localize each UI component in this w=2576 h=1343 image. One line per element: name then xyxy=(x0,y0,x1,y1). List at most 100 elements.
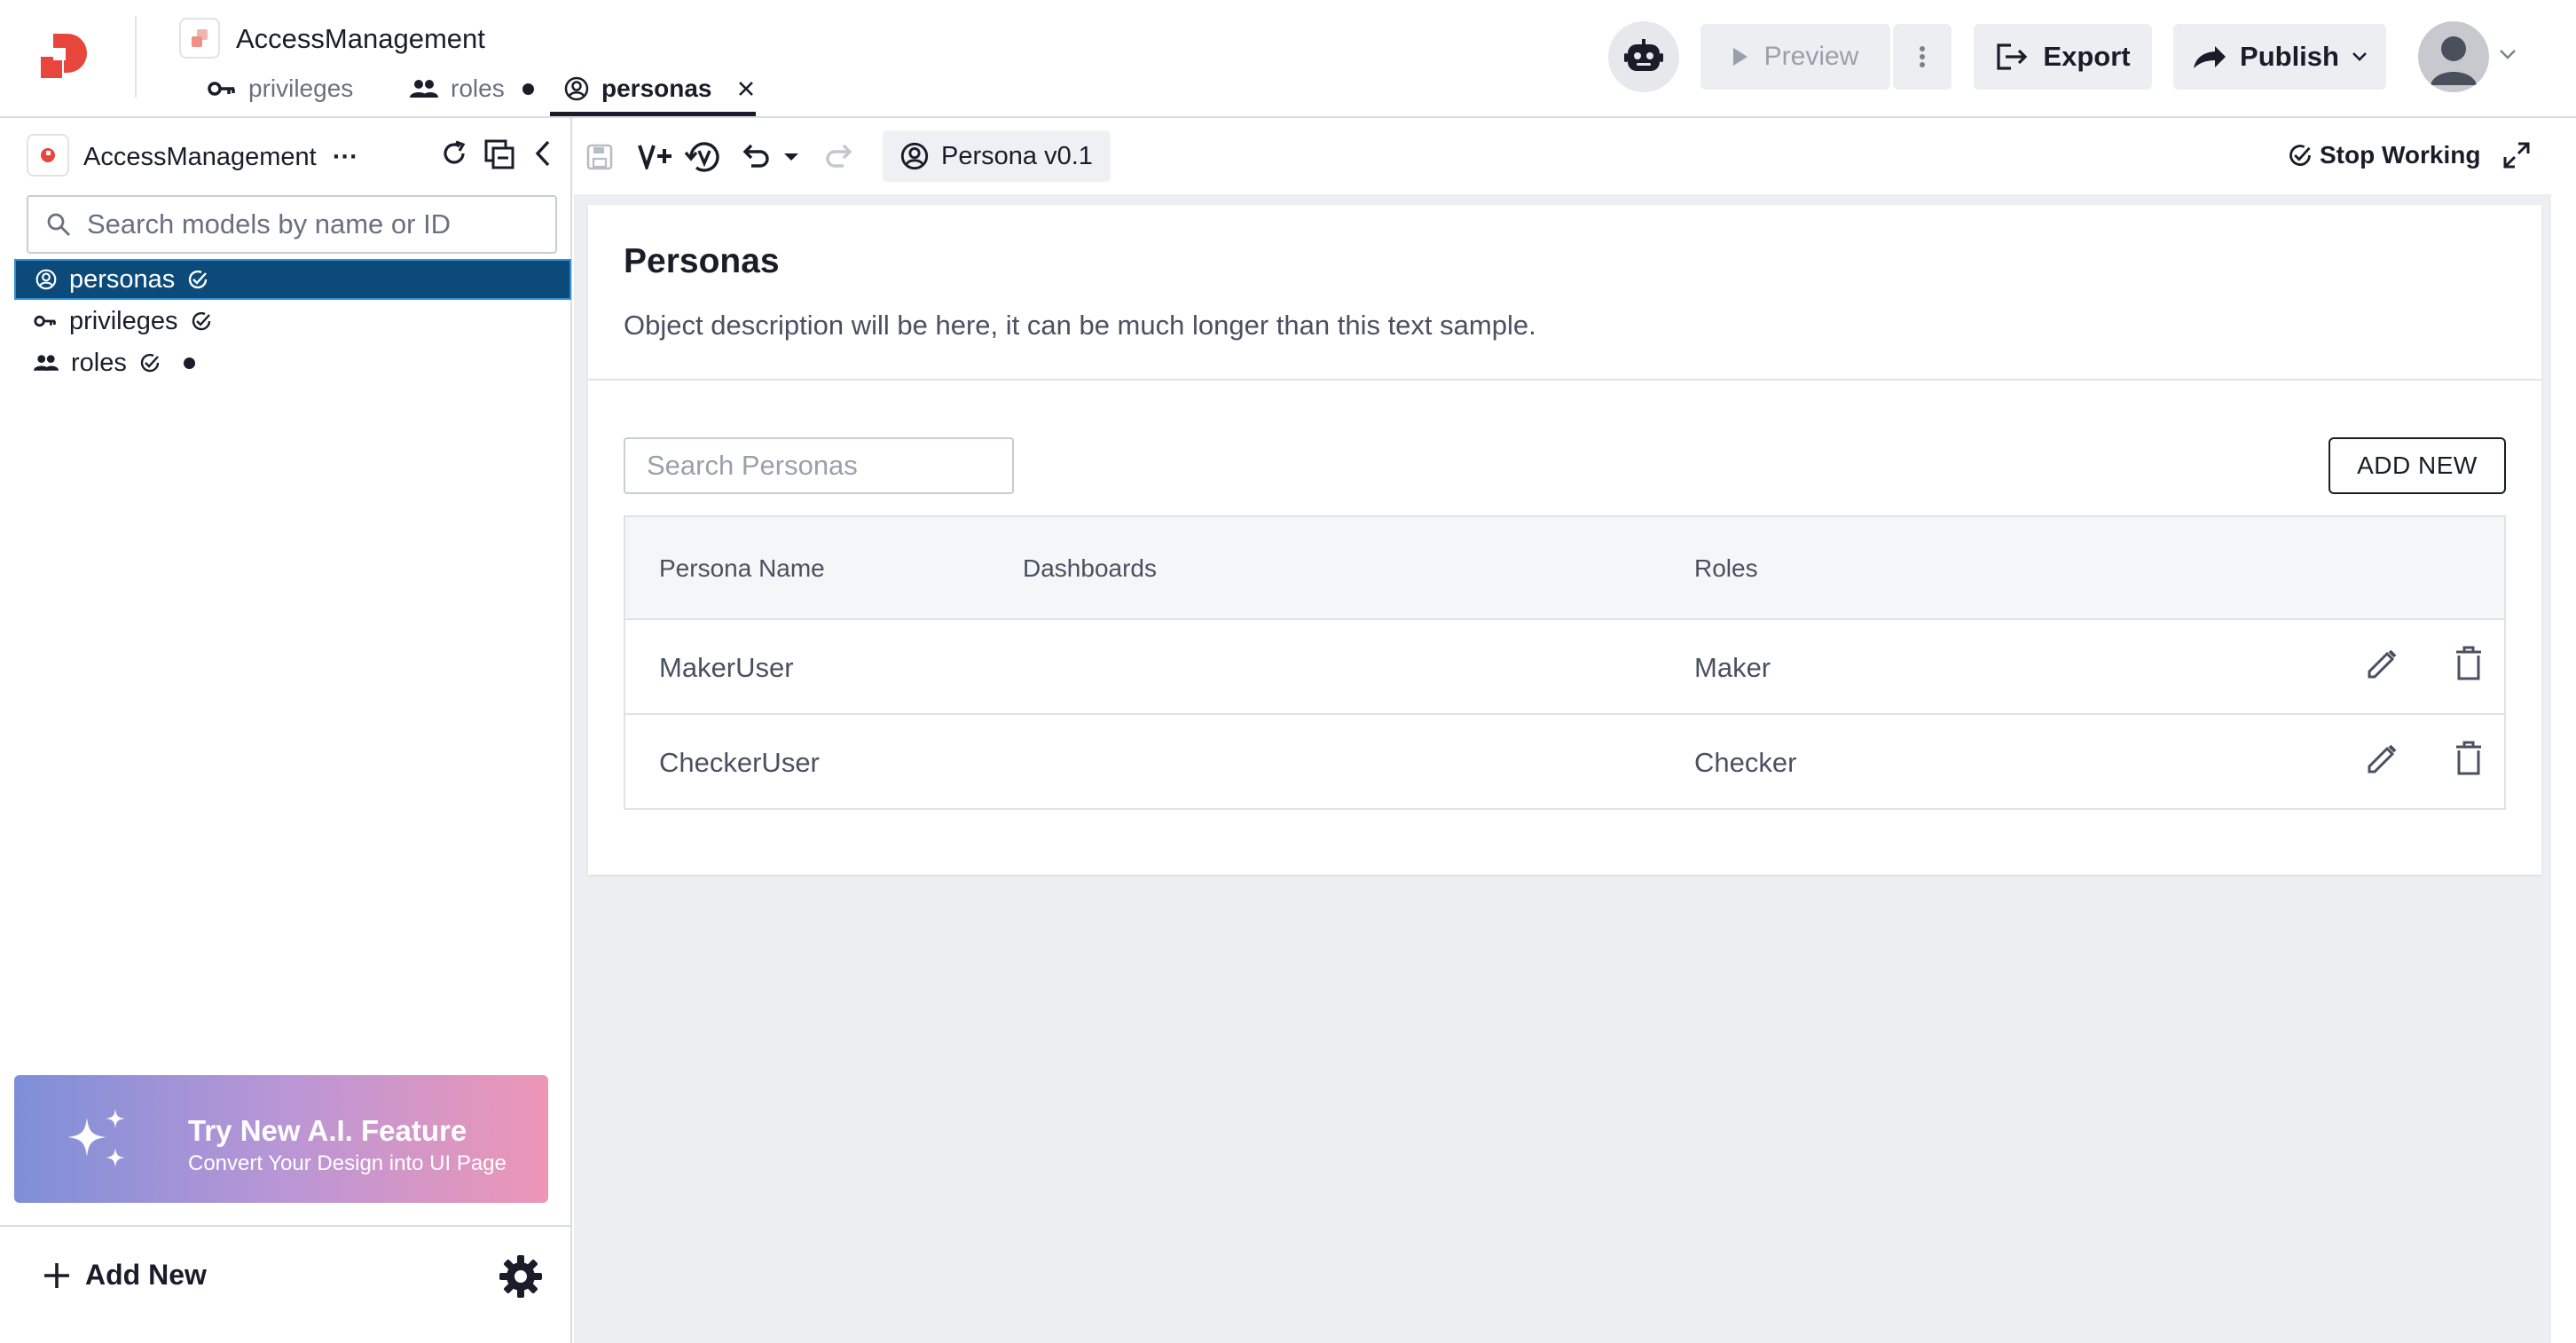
person-circle-icon xyxy=(35,269,57,290)
sidebar-footer-divider xyxy=(0,1225,570,1227)
robot-icon xyxy=(1624,39,1663,75)
check-circle-icon xyxy=(139,352,161,373)
publish-button[interactable]: Publish xyxy=(2173,24,2386,90)
app-title: AccessManagement xyxy=(236,23,485,54)
table-header: Persona Name Dashboards Roles xyxy=(625,517,2504,620)
model-search-box[interactable] xyxy=(27,195,557,254)
avatar[interactable] xyxy=(2418,21,2489,92)
app-icon xyxy=(179,18,220,59)
tab-label: privileges xyxy=(248,75,354,102)
model-search-input[interactable] xyxy=(87,208,530,240)
stop-working-button[interactable]: Stop Working xyxy=(2288,141,2480,169)
right-edge-gutter xyxy=(2551,118,2576,1343)
key-icon xyxy=(34,314,57,328)
collapse-all-icon[interactable] xyxy=(484,139,514,169)
search-icon xyxy=(46,212,71,237)
close-icon[interactable] xyxy=(737,80,755,98)
play-icon xyxy=(1732,47,1748,67)
personas-card: Personas Object description will be here… xyxy=(588,205,2541,875)
refresh-icon[interactable] xyxy=(440,139,468,168)
collapse-sidebar-icon[interactable] xyxy=(534,139,552,168)
sidebar-item-privileges[interactable]: privileges xyxy=(14,301,571,342)
page-description: Object description will be here, it can … xyxy=(624,310,1536,341)
group-icon xyxy=(34,354,59,372)
version-indicator[interactable]: Persona v0.1 xyxy=(883,130,1111,182)
stop-working-label: Stop Working xyxy=(2320,141,2481,169)
roles-cell: Checker xyxy=(1694,747,1797,778)
edit-icon[interactable] xyxy=(2364,645,2401,682)
preview-more-button[interactable] xyxy=(1893,24,1952,90)
card-divider xyxy=(588,379,2541,381)
table-row[interactable]: MakerUser Maker xyxy=(625,620,2504,715)
project-name[interactable]: AccessManagement ··· xyxy=(83,143,358,172)
gear-icon[interactable] xyxy=(498,1253,544,1300)
version-history-icon[interactable] xyxy=(684,140,721,174)
export-button[interactable]: Export xyxy=(1974,24,2152,90)
content-area: Personas Object description will be here… xyxy=(574,194,2551,1343)
trash-icon[interactable] xyxy=(2453,740,2485,777)
column-header-roles[interactable]: Roles xyxy=(1694,554,1758,583)
plus-icon xyxy=(43,1261,71,1290)
redo-icon[interactable] xyxy=(824,143,852,169)
account-chevron-down-icon[interactable] xyxy=(2499,48,2517,60)
more-vertical-icon xyxy=(1919,45,1926,68)
sidebar-item-label: roles xyxy=(71,348,127,377)
check-circle-icon xyxy=(187,269,208,290)
tab-label: personas xyxy=(601,75,712,102)
check-circle-icon xyxy=(2288,143,2313,168)
ai-banner-title: Try New A.I. Feature xyxy=(188,1114,467,1147)
add-version-icon[interactable] xyxy=(638,143,673,169)
sidebar-item-roles[interactable]: roles xyxy=(14,342,571,383)
sidebar-item-personas[interactable]: personas xyxy=(14,259,571,300)
header-divider xyxy=(135,16,137,98)
project-more-icon[interactable]: ··· xyxy=(333,143,358,171)
sidebar-item-label: privileges xyxy=(69,306,178,335)
tab-roles[interactable]: roles xyxy=(410,69,534,108)
ai-banner-subtitle: Convert Your Design into UI Page xyxy=(188,1151,507,1175)
export-icon xyxy=(1995,43,2029,71)
sparkles-icon xyxy=(64,1105,135,1176)
add-new-model-button[interactable]: Add New xyxy=(43,1259,207,1292)
table-row[interactable]: CheckerUser Checker xyxy=(625,715,2504,810)
unsaved-dot xyxy=(183,357,195,369)
publish-label: Publish xyxy=(2240,41,2339,72)
check-circle-icon xyxy=(191,310,212,332)
column-header-persona-name[interactable]: Persona Name xyxy=(659,554,825,583)
preview-button[interactable]: Preview xyxy=(1700,24,1890,90)
project-name-label: AccessManagement xyxy=(83,143,317,171)
editor-toolbar: Persona v0.1 Stop Working xyxy=(574,118,2551,194)
persona-search-input[interactable] xyxy=(624,437,1014,494)
export-label: Export xyxy=(2043,41,2131,72)
persona-name-cell: MakerUser xyxy=(659,652,794,683)
edit-icon[interactable] xyxy=(2364,740,2401,777)
person-circle-icon xyxy=(900,142,929,170)
group-icon xyxy=(410,79,438,98)
top-bar: AccessManagement privileges roles person… xyxy=(0,0,2576,118)
person-circle-icon xyxy=(564,76,589,101)
save-icon[interactable] xyxy=(586,144,613,170)
column-header-dashboards[interactable]: Dashboards xyxy=(1023,554,1157,583)
tab-label: roles xyxy=(451,75,505,102)
brand-logo[interactable] xyxy=(37,32,89,82)
key-icon xyxy=(208,80,236,98)
tab-privileges[interactable]: privileges xyxy=(208,69,353,108)
share-arrow-icon xyxy=(2192,44,2227,69)
ai-feature-banner[interactable]: Try New A.I. Feature Convert Your Design… xyxy=(14,1075,548,1203)
undo-icon[interactable] xyxy=(742,143,771,169)
sidebar: AccessManagement ··· personas privileges xyxy=(0,118,572,1343)
expand-icon[interactable] xyxy=(2502,141,2531,169)
persona-name-cell: CheckerUser xyxy=(659,747,820,778)
personas-table: Persona Name Dashboards Roles MakerUser … xyxy=(624,515,2506,810)
roles-cell: Maker xyxy=(1694,652,1771,683)
unsaved-dot xyxy=(522,82,534,95)
active-tab-indicator xyxy=(550,112,756,116)
add-new-persona-button[interactable]: ADD NEW xyxy=(2329,437,2506,494)
version-label: Persona v0.1 xyxy=(941,141,1093,170)
project-icon xyxy=(27,134,69,177)
ai-assistant-button[interactable] xyxy=(1608,21,1679,92)
chevron-down-icon xyxy=(2352,51,2368,62)
undo-history-chevron-down-icon[interactable] xyxy=(783,153,799,161)
tab-personas[interactable]: personas xyxy=(564,69,755,108)
trash-icon[interactable] xyxy=(2453,645,2485,682)
add-new-label: Add New xyxy=(85,1259,207,1291)
